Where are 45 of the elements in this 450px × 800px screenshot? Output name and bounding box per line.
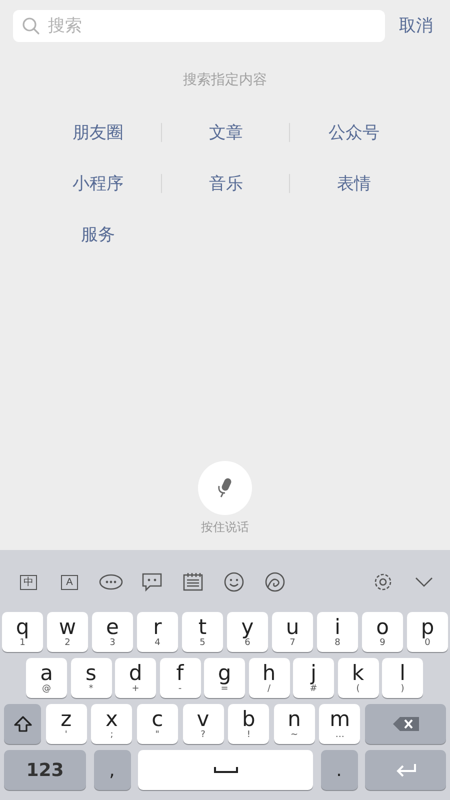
space-icon	[214, 766, 238, 774]
letter-key[interactable]: u 7	[272, 612, 313, 652]
letter-key[interactable]: t 5	[182, 612, 223, 652]
letter-key[interactable]: c "	[136, 704, 178, 744]
category-link[interactable]: 朋友圈	[72, 121, 124, 144]
backspace-icon	[392, 716, 420, 732]
letter-key[interactable]: p 0	[407, 612, 448, 652]
letter-key[interactable]: s *	[70, 658, 112, 698]
letter-key[interactable]: g =	[204, 658, 245, 698]
category-link[interactable]: 音乐	[209, 172, 243, 195]
category-link[interactable]: 服务	[81, 223, 115, 246]
letter-key[interactable]: n ~	[274, 704, 315, 744]
letter-key[interactable]: z '	[46, 704, 87, 744]
letter-key[interactable]: h /	[248, 658, 290, 698]
category-link[interactable]: 小程序	[72, 172, 124, 195]
letter-key[interactable]: y 6	[227, 612, 268, 652]
letter-key[interactable]: d +	[115, 658, 156, 698]
category-link[interactable]: 公众号	[328, 121, 380, 144]
letter-key[interactable]: r 4	[137, 612, 178, 652]
letter-key[interactable]: q 1	[2, 612, 43, 652]
voice-label: 按住说话	[201, 519, 249, 536]
letter-key[interactable]: m …	[319, 704, 360, 744]
letter-key[interactable]: w 2	[47, 612, 88, 652]
numbers-key[interactable]: 123	[4, 750, 86, 790]
letter-key[interactable]: l )	[382, 658, 423, 698]
shift-key[interactable]	[4, 704, 41, 744]
letter-key[interactable]: o 9	[362, 612, 403, 652]
punctuation-key[interactable]: ,	[94, 750, 130, 790]
punctuation-key[interactable]: .	[320, 750, 358, 790]
category-link[interactable]: 文章	[209, 121, 243, 144]
letter-key[interactable]: i 8	[317, 612, 358, 652]
letter-key[interactable]: x ;	[91, 704, 132, 744]
category-link[interactable]: 表情	[337, 172, 371, 195]
search-hint: 搜索指定内容	[182, 71, 268, 89]
letter-key[interactable]: b !	[228, 704, 270, 744]
letter-key[interactable]: v ?	[182, 704, 224, 744]
shift-icon	[12, 715, 32, 733]
letter-key[interactable]: j #	[293, 658, 334, 698]
letter-key[interactable]: f -	[160, 658, 200, 698]
search-field[interactable]: 搜索	[13, 10, 385, 42]
letter-key[interactable]: a @	[26, 658, 67, 698]
cancel-button[interactable]: 取消	[399, 14, 433, 37]
letter-key[interactable]: e 3	[92, 612, 133, 652]
return-icon	[394, 763, 416, 777]
letter-key[interactable]: k (	[338, 658, 378, 698]
